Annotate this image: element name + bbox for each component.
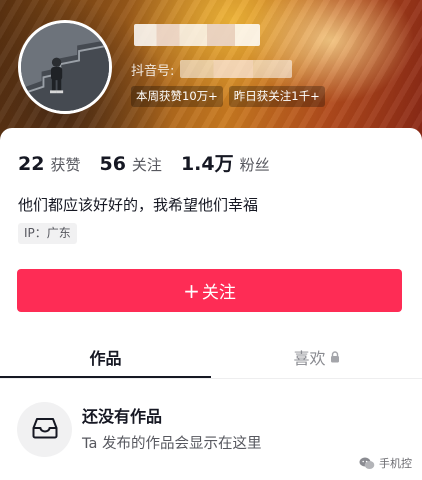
tab-likes[interactable]: 喜欢 xyxy=(211,336,422,378)
tab-works[interactable]: 作品 xyxy=(0,336,211,378)
lock-icon xyxy=(330,351,340,363)
tab-likes-label: 喜欢 xyxy=(293,349,326,368)
douyin-id-value: █████ xyxy=(180,60,293,78)
display-name: █████ xyxy=(134,24,260,46)
profile-page: █████ 抖音号: █████ 本周获赞10万+ 昨日获关注1千+ 22 获赞… xyxy=(0,0,422,480)
tabs-divider xyxy=(0,378,422,379)
profile-card: 22 获赞 56 关注 1.4万 粉丝 他们都应该好好的，我希望他们幸福 IP：… xyxy=(0,128,422,480)
watermark: 手机控 xyxy=(359,455,412,471)
followers-count: 1.4万 xyxy=(180,153,234,175)
content-tabs: 作品 喜欢 xyxy=(0,336,422,378)
douyin-id-label: 抖音号: xyxy=(131,63,175,79)
followers-label: 粉丝 xyxy=(239,156,270,174)
inbox-tray-icon xyxy=(32,417,58,443)
profile-bio: 他们都应该好好的，我希望他们幸福 xyxy=(18,196,259,214)
stat-followers[interactable]: 1.4万 粉丝 xyxy=(181,149,270,176)
empty-state-subtitle: Ta 发布的作品会显示在这里 xyxy=(82,435,262,452)
likes-count: 22 xyxy=(18,153,45,175)
daily-followers-tag[interactable]: 昨日获关注1千+ xyxy=(228,86,325,107)
wechat-bubble-icon xyxy=(359,457,375,470)
stats-row: 22 获赞 56 关注 1.4万 粉丝 xyxy=(18,149,289,176)
empty-state-icon-circle xyxy=(17,402,72,457)
plus-icon: + xyxy=(183,278,200,303)
empty-state: 还没有作品 Ta 发布的作品会显示在这里 xyxy=(17,402,261,457)
weekly-likes-tag[interactable]: 本周获赞10万+ xyxy=(131,86,223,107)
following-count: 56 xyxy=(99,153,126,175)
follow-button-label: 关注 xyxy=(201,283,236,303)
empty-state-text: 还没有作品 Ta 发布的作品会显示在这里 xyxy=(82,406,261,454)
follow-button[interactable]: + 关注 xyxy=(17,269,402,312)
empty-state-title: 还没有作品 xyxy=(82,406,163,426)
tab-works-label: 作品 xyxy=(89,349,122,368)
stat-following[interactable]: 56 关注 xyxy=(99,153,161,175)
following-label: 关注 xyxy=(131,156,162,174)
avatar[interactable] xyxy=(18,20,112,114)
ip-location-badge: IP：广东 xyxy=(18,223,77,244)
achievement-tags: 本周获赞10万+ 昨日获关注1千+ xyxy=(131,86,325,107)
watermark-text: 手机控 xyxy=(379,457,412,470)
likes-label: 获赞 xyxy=(50,156,81,174)
stat-likes[interactable]: 22 获赞 xyxy=(18,153,80,175)
douyin-id-row: 抖音号: █████ xyxy=(131,59,293,79)
avatar-image xyxy=(21,23,109,111)
